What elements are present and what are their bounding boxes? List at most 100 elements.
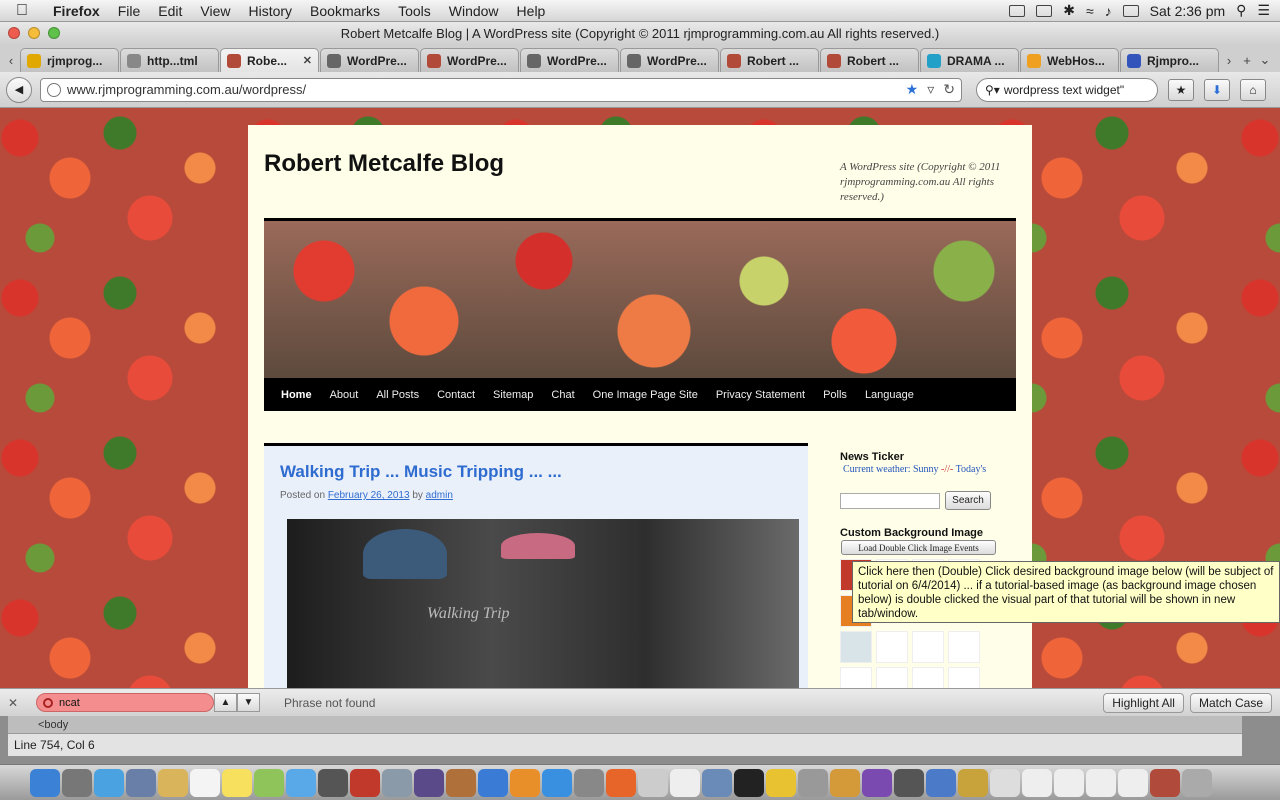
sidebar-search-input[interactable]: [840, 493, 940, 509]
find-input[interactable]: ncat: [36, 693, 214, 712]
home-icon[interactable]: ⌂: [1240, 78, 1266, 101]
browser-tab[interactable]: WordPre...: [420, 48, 519, 72]
document-stack-icon[interactable]: [1086, 768, 1116, 797]
mail-icon[interactable]: [126, 768, 156, 797]
apple-icon[interactable]: : [0, 2, 44, 20]
search-box[interactable]: ⚲▾ wordpress text widget": [976, 77, 1158, 102]
new-tab-icon[interactable]: +: [1238, 48, 1256, 72]
url-text[interactable]: www.rjmprogramming.com.au/wordpress/: [67, 82, 306, 97]
close-window-button[interactable]: [8, 27, 20, 39]
background-thumbnail[interactable]: [948, 631, 980, 663]
background-thumbnail[interactable]: [912, 667, 944, 688]
background-thumbnail[interactable]: [876, 631, 908, 663]
menu-bookmarks[interactable]: Bookmarks: [301, 3, 389, 19]
battery-icon[interactable]: [1122, 4, 1139, 17]
app-icon[interactable]: [862, 768, 892, 797]
reminders-icon[interactable]: [254, 768, 284, 797]
browser-tab[interactable]: http...tml: [120, 48, 219, 72]
menu-sitemap[interactable]: Sitemap: [484, 389, 542, 401]
url-dropdown-icon[interactable]: ▿: [927, 81, 934, 98]
finder-icon[interactable]: [30, 768, 60, 797]
terminal-icon[interactable]: [734, 768, 764, 797]
browser-tab[interactable]: Robert ...: [820, 48, 919, 72]
app-menu[interactable]: Firefox: [44, 3, 109, 19]
news-ticker[interactable]: Current weather: Sunny -//- Today's: [843, 464, 986, 475]
background-thumbnail[interactable]: [948, 667, 980, 688]
iphoto-icon[interactable]: [382, 768, 412, 797]
post-date-link[interactable]: February 26, 2013: [328, 490, 410, 501]
preview-icon[interactable]: [638, 768, 668, 797]
system-preferences-icon[interactable]: [574, 768, 604, 797]
ticker-today[interactable]: Today's: [956, 464, 987, 475]
garageband-icon[interactable]: [446, 768, 476, 797]
calendar-icon[interactable]: [190, 768, 220, 797]
menu-home[interactable]: Home: [272, 389, 321, 401]
match-case-button[interactable]: Match Case: [1189, 692, 1272, 713]
app-icon[interactable]: [926, 768, 956, 797]
highlight-all-button[interactable]: Highlight All: [1103, 692, 1184, 713]
app-icon[interactable]: [958, 768, 988, 797]
textedit-icon[interactable]: [670, 768, 700, 797]
minimize-window-button[interactable]: [28, 27, 40, 39]
menu-history[interactable]: History: [239, 3, 301, 19]
search-engine-icon[interactable]: ⚲▾: [985, 83, 1000, 97]
menu-polls[interactable]: Polls: [814, 389, 856, 401]
find-previous-button[interactable]: ▲: [214, 693, 237, 712]
downloads-icon[interactable]: ⬇: [1204, 78, 1230, 101]
menu-tools[interactable]: Tools: [389, 3, 440, 19]
browser-tab[interactable]: WordPre...: [520, 48, 619, 72]
menu-contact[interactable]: Contact: [428, 389, 484, 401]
photo-booth-icon[interactable]: [350, 768, 380, 797]
notes-icon[interactable]: [222, 768, 252, 797]
menu-language[interactable]: Language: [856, 389, 923, 401]
zoom-window-button[interactable]: [48, 27, 60, 39]
document-stack-icon[interactable]: [1054, 768, 1084, 797]
safari-icon[interactable]: [94, 768, 124, 797]
close-tab-icon[interactable]: ✕: [303, 54, 312, 67]
app-store-icon[interactable]: [542, 768, 572, 797]
browser-tab[interactable]: Robert ...: [720, 48, 819, 72]
facetime-icon[interactable]: [318, 768, 348, 797]
search-text[interactable]: wordpress text widget": [1004, 83, 1124, 97]
contacts-icon[interactable]: [158, 768, 188, 797]
trash-icon[interactable]: [1182, 768, 1212, 797]
clock[interactable]: Sat 2:36 pm: [1150, 3, 1226, 19]
site-title[interactable]: Robert Metcalfe Blog: [264, 150, 504, 178]
menu-file[interactable]: File: [109, 3, 150, 19]
ticker-weather[interactable]: Current weather: Sunny: [843, 464, 939, 475]
itunes-icon[interactable]: [478, 768, 508, 797]
browser-tab[interactable]: WordPre...: [620, 48, 719, 72]
browser-tab[interactable]: WordPre...: [320, 48, 419, 72]
background-thumbnail[interactable]: [876, 667, 908, 688]
reload-icon[interactable]: ↻: [943, 81, 955, 98]
sidebar-search-button[interactable]: Search: [945, 491, 991, 510]
time-machine-icon[interactable]: [1036, 4, 1053, 17]
bookmark-star-icon[interactable]: ★: [906, 81, 919, 98]
menu-privacy-statement[interactable]: Privacy Statement: [707, 389, 814, 401]
menu-view[interactable]: View: [191, 3, 239, 19]
document-stack-icon[interactable]: [1022, 768, 1052, 797]
tab-scroll-right-icon[interactable]: ›: [1220, 48, 1238, 72]
find-input-value[interactable]: ncat: [59, 697, 80, 709]
url-bar[interactable]: www.rjmprogramming.com.au/wordpress/ ★ ▿…: [40, 77, 962, 102]
menu-one-image-page-site[interactable]: One Image Page Site: [584, 389, 707, 401]
volume-icon[interactable]: ♪: [1105, 3, 1112, 19]
menu-window[interactable]: Window: [440, 3, 508, 19]
ibooks-icon[interactable]: [510, 768, 540, 797]
browser-tab[interactable]: Robe... ✕: [220, 48, 319, 72]
document-stack-icon[interactable]: [1150, 768, 1180, 797]
messages-icon[interactable]: [286, 768, 316, 797]
menu-about[interactable]: About: [321, 389, 368, 401]
bookmarks-menu-button[interactable]: ★: [1168, 78, 1194, 101]
close-find-bar-icon[interactable]: ✕: [8, 696, 22, 710]
background-thumbnail[interactable]: [840, 631, 872, 663]
launchpad-icon[interactable]: [62, 768, 92, 797]
menu-edit[interactable]: Edit: [149, 3, 191, 19]
browser-tab[interactable]: rjmprog...: [20, 48, 119, 72]
tab-scroll-left-icon[interactable]: ‹: [2, 48, 20, 72]
post-image[interactable]: Walking Trip: [287, 519, 799, 688]
browser-tab[interactable]: DRAMA ...: [920, 48, 1019, 72]
notification-list-icon[interactable]: ☰: [1257, 2, 1270, 19]
header-image[interactable]: [264, 218, 1016, 378]
editor-find-field[interactable]: <body: [8, 716, 1242, 734]
